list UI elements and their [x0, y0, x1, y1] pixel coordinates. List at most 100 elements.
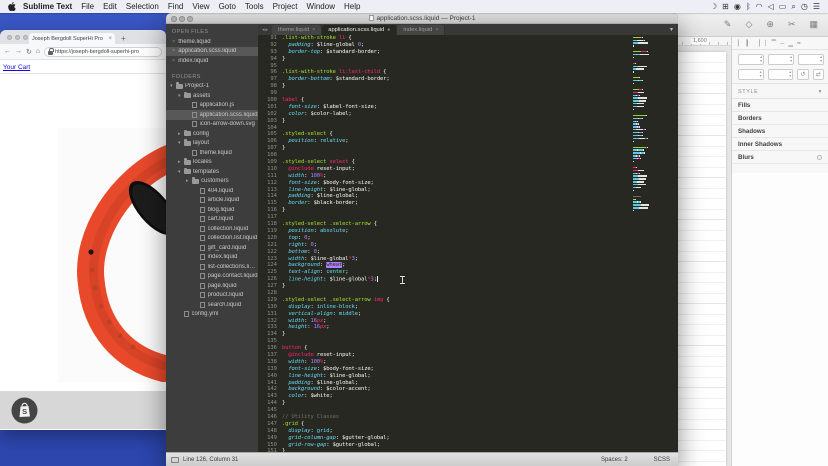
rotation-field[interactable]: ▴▾: [798, 54, 824, 65]
new-tab-button[interactable]: +: [121, 34, 126, 43]
stepper-down-icon[interactable]: ▾: [789, 75, 791, 78]
style-header[interactable]: STYLE ▾: [732, 83, 828, 98]
style-section-inner-shadows[interactable]: Inner Shadows: [732, 138, 828, 151]
file-collection-list-liquid[interactable]: collection.list.liquid: [166, 234, 258, 244]
scissors-tool-icon[interactable]: ✂: [788, 19, 796, 30]
folder-templates[interactable]: ▾templates: [166, 167, 258, 177]
align-bottom-icon[interactable]: ▁: [788, 40, 793, 47]
status-icon[interactable]: [171, 457, 179, 463]
align-right-icon[interactable]: ▕: [755, 40, 760, 47]
style-section-shadows[interactable]: Shadows: [732, 125, 828, 138]
time-machine-icon[interactable]: ◷: [801, 2, 808, 12]
open-file-index-liquid[interactable]: ×index.liquid: [166, 56, 258, 66]
close-window-button[interactable]: [171, 16, 177, 22]
menu-find[interactable]: Find: [168, 2, 184, 11]
file-application-js[interactable]: application.js: [166, 101, 258, 111]
file-collection-liquid[interactable]: collection.liquid: [166, 224, 258, 234]
control-center-icon[interactable]: ☰: [813, 2, 820, 12]
screen-record-icon[interactable]: ◉: [734, 2, 741, 12]
tab-application-scss-liquid[interactable]: application.scss.liquid●: [322, 25, 397, 35]
reload-icon[interactable]: ↻: [26, 48, 32, 56]
folder-assets[interactable]: ▾assets: [166, 91, 258, 101]
stepper-down-icon[interactable]: ▾: [760, 75, 762, 78]
close-icon[interactable]: ×: [172, 48, 175, 54]
file-index-liquid[interactable]: index.liquid: [166, 253, 258, 263]
blurs-checkbox[interactable]: [817, 155, 822, 160]
tab-index-liquid[interactable]: index.liquid×: [397, 25, 445, 35]
minimize-window-button[interactable]: [179, 16, 185, 22]
file-product-liquid[interactable]: product.liquid: [166, 291, 258, 301]
stepper-down-icon[interactable]: ▾: [760, 60, 762, 63]
file-application-scss-liquid[interactable]: application.scss.liquid: [166, 110, 258, 120]
apple-menu-icon[interactable]: [8, 2, 16, 11]
zoom-window-button[interactable]: [23, 35, 28, 40]
folder-layout[interactable]: ▾layout: [166, 139, 258, 149]
file-blog-liquid[interactable]: blog.liquid: [166, 205, 258, 215]
menu-edit[interactable]: Edit: [103, 2, 117, 11]
insert-icon[interactable]: ⊕: [766, 19, 774, 30]
open-file-theme-liquid[interactable]: ×theme.liquid: [166, 37, 258, 47]
flip-button[interactable]: ⇄: [813, 69, 824, 80]
style-section-blurs[interactable]: Blurs: [732, 151, 828, 164]
file-search-liquid[interactable]: search.liquid: [166, 300, 258, 310]
file-page-contact-liquid[interactable]: page.contact.liquid: [166, 272, 258, 282]
tab-theme-liquid[interactable]: theme.liquid×: [272, 25, 322, 35]
open-file-application-scss-liquid[interactable]: ×application.scss.liquid: [166, 47, 258, 57]
dirty-dot-icon[interactable]: ●: [387, 27, 390, 33]
menu-selection[interactable]: Selection: [126, 2, 159, 11]
active-app-name[interactable]: Sublime Text: [23, 2, 72, 11]
syntax-setting[interactable]: SCSS: [654, 457, 670, 463]
folder-locales[interactable]: ▸locales: [166, 158, 258, 168]
file-list-collections-liquid[interactable]: list-collections.liquid: [166, 262, 258, 272]
close-icon[interactable]: ×: [435, 27, 438, 33]
home-icon[interactable]: ⌂: [36, 48, 40, 55]
back-icon[interactable]: ←: [4, 48, 11, 55]
your-cart-link[interactable]: Your Cart: [3, 64, 30, 71]
minimize-window-button[interactable]: [15, 35, 20, 40]
align-middle-icon[interactable]: ─: [780, 41, 784, 47]
rotate-button[interactable]: ↺: [797, 69, 808, 80]
close-icon[interactable]: ×: [172, 58, 175, 64]
file-page-liquid[interactable]: page.liquid: [166, 281, 258, 291]
code-editor[interactable]: 9192939495969798991001011021031041051061…: [258, 35, 678, 452]
align-left-icon[interactable]: ▏: [738, 40, 743, 47]
notification-icon[interactable]: ☽: [710, 2, 717, 12]
file-theme-liquid[interactable]: theme.liquid: [166, 148, 258, 158]
menu-project[interactable]: Project: [273, 2, 298, 11]
file-cart-liquid[interactable]: cart.liquid: [166, 215, 258, 225]
browser-tab[interactable]: Joseph Bergdoll SuperHi Pro ×: [29, 33, 115, 44]
width-field[interactable]: ▴▾: [738, 69, 764, 80]
tab-overflow-icon[interactable]: ▾: [670, 26, 678, 35]
close-tab-icon[interactable]: ×: [108, 36, 112, 42]
vector-tool-icon[interactable]: ◇: [745, 19, 752, 30]
align-center-horizontal-icon[interactable]: ▎: [747, 40, 752, 47]
file-article-liquid[interactable]: article.liquid: [166, 196, 258, 206]
folder-config[interactable]: ▸config: [166, 129, 258, 139]
x-field[interactable]: ▴▾: [738, 54, 764, 65]
close-window-button[interactable]: [7, 35, 12, 40]
close-icon[interactable]: ×: [312, 27, 315, 33]
file-gift-card-liquid[interactable]: gift_card.liquid: [166, 243, 258, 253]
stepper-down-icon[interactable]: ▾: [820, 60, 822, 63]
file-config-yml[interactable]: config.yml: [166, 310, 258, 320]
close-icon[interactable]: ×: [172, 39, 175, 45]
wifi-icon[interactable]: ◠: [756, 2, 763, 12]
file-404-liquid[interactable]: 404.liquid: [166, 186, 258, 196]
menu-view[interactable]: View: [192, 2, 209, 11]
style-section-fills[interactable]: Fills: [732, 99, 828, 112]
display-mirroring-icon[interactable]: ⊞: [722, 2, 729, 12]
indentation-setting[interactable]: Spaces: 2: [601, 457, 628, 463]
address-bar[interactable]: https://joseph-bergdoll-superhi-pro: [44, 47, 162, 57]
volume-icon[interactable]: ◁: [768, 2, 774, 12]
align-top-icon[interactable]: ▔: [772, 40, 777, 47]
height-field[interactable]: ▴▾: [768, 69, 794, 80]
battery-icon[interactable]: ▭: [779, 2, 787, 12]
distribute-vertical-icon[interactable]: ╍: [797, 40, 801, 47]
menu-tools[interactable]: Tools: [245, 2, 264, 11]
menu-help[interactable]: Help: [344, 2, 360, 11]
menu-file[interactable]: File: [81, 2, 94, 11]
shopify-badge-icon[interactable]: S: [11, 397, 38, 424]
grid-view-icon[interactable]: ▦: [809, 19, 818, 30]
folder-project-1[interactable]: ▾Project-1: [166, 82, 258, 92]
y-field[interactable]: ▴▾: [768, 54, 794, 65]
